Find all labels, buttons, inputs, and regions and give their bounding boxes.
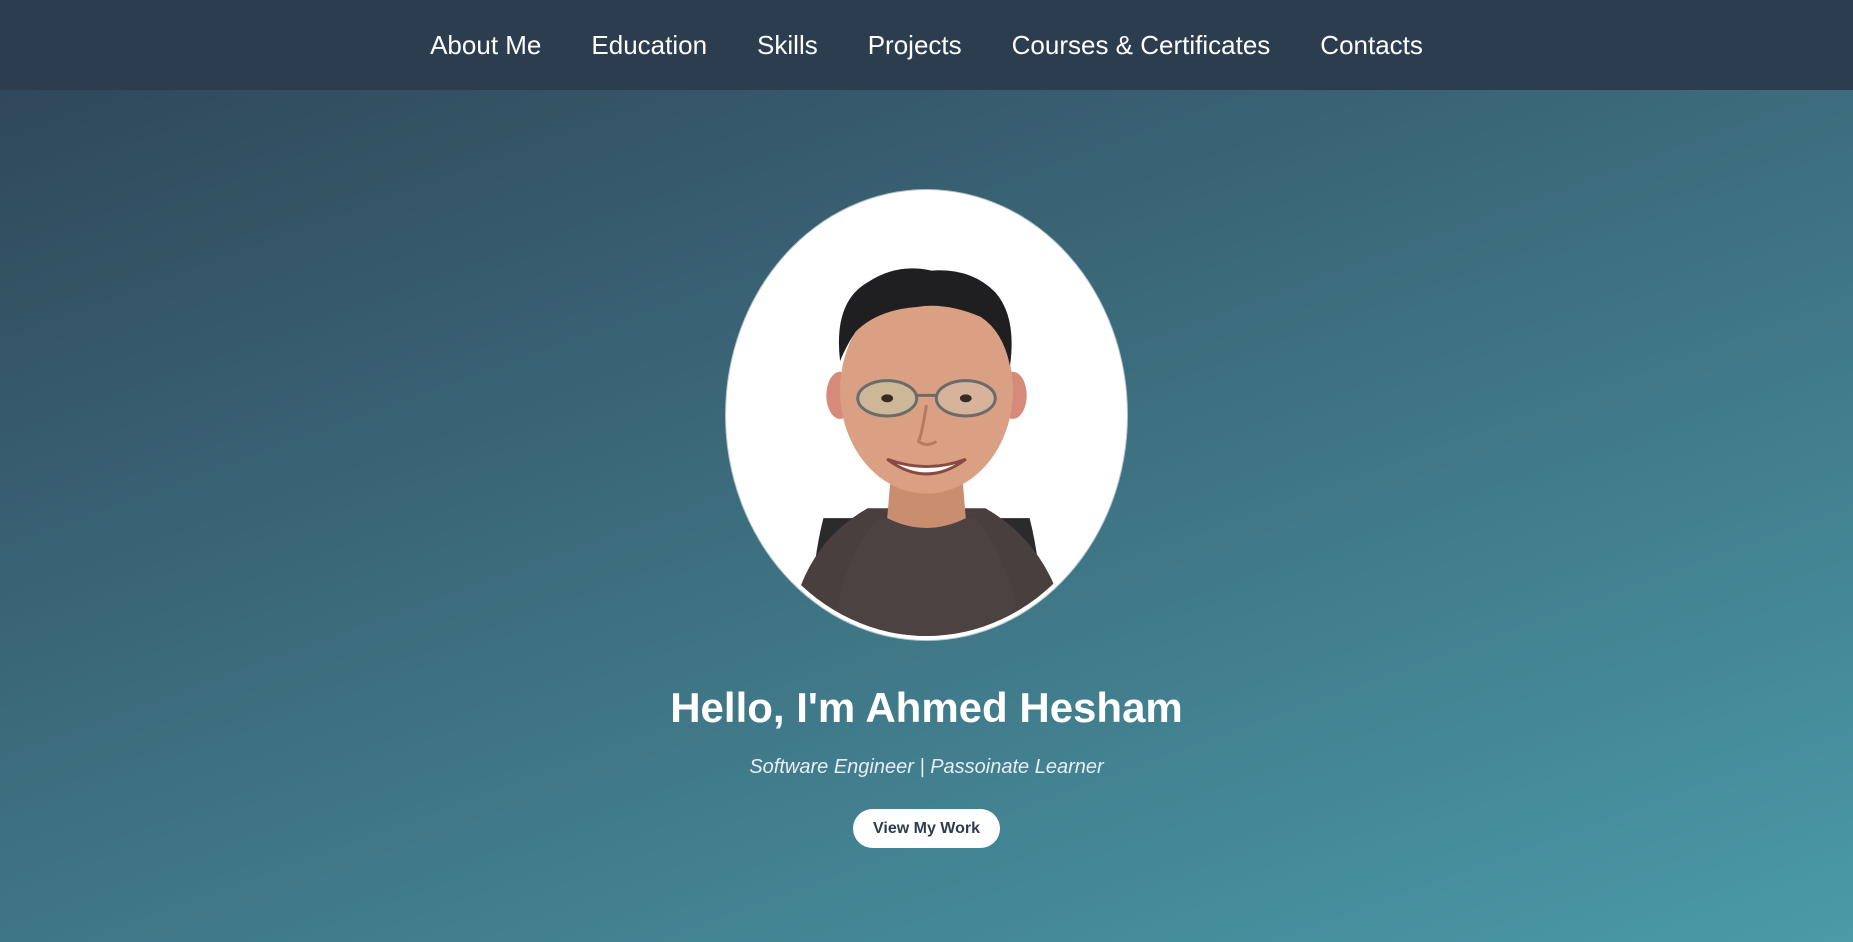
nav-item-courses: Courses & Certificates bbox=[987, 30, 1296, 61]
profile-photo-image bbox=[730, 194, 1123, 636]
nav-item-education: Education bbox=[566, 30, 732, 61]
nav-link-contacts[interactable]: Contacts bbox=[1295, 30, 1448, 60]
nav-item-projects: Projects bbox=[843, 30, 987, 61]
main-nav: About Me Education Skills Projects Cours… bbox=[405, 30, 1448, 61]
nav-link-education[interactable]: Education bbox=[566, 30, 732, 60]
view-my-work-button[interactable]: View My Work bbox=[853, 809, 1000, 848]
nav-link-skills[interactable]: Skills bbox=[732, 30, 843, 60]
nav-link-about-me[interactable]: About Me bbox=[405, 30, 566, 60]
nav-link-projects[interactable]: Projects bbox=[843, 30, 987, 60]
hero-section: Hello, I'm Ahmed Hesham Software Enginee… bbox=[0, 90, 1853, 942]
nav-link-courses-certificates[interactable]: Courses & Certificates bbox=[987, 30, 1296, 60]
nav-list: About Me Education Skills Projects Cours… bbox=[405, 30, 1448, 61]
hero-subtitle: Software Engineer | Passoinate Learner bbox=[749, 756, 1104, 778]
nav-item-contacts: Contacts bbox=[1295, 30, 1448, 61]
top-navbar: About Me Education Skills Projects Cours… bbox=[0, 0, 1853, 90]
profile-photo bbox=[726, 190, 1127, 640]
nav-item-about-me: About Me bbox=[405, 30, 566, 61]
nav-item-skills: Skills bbox=[732, 30, 843, 61]
hero-title: Hello, I'm Ahmed Hesham bbox=[670, 684, 1183, 731]
